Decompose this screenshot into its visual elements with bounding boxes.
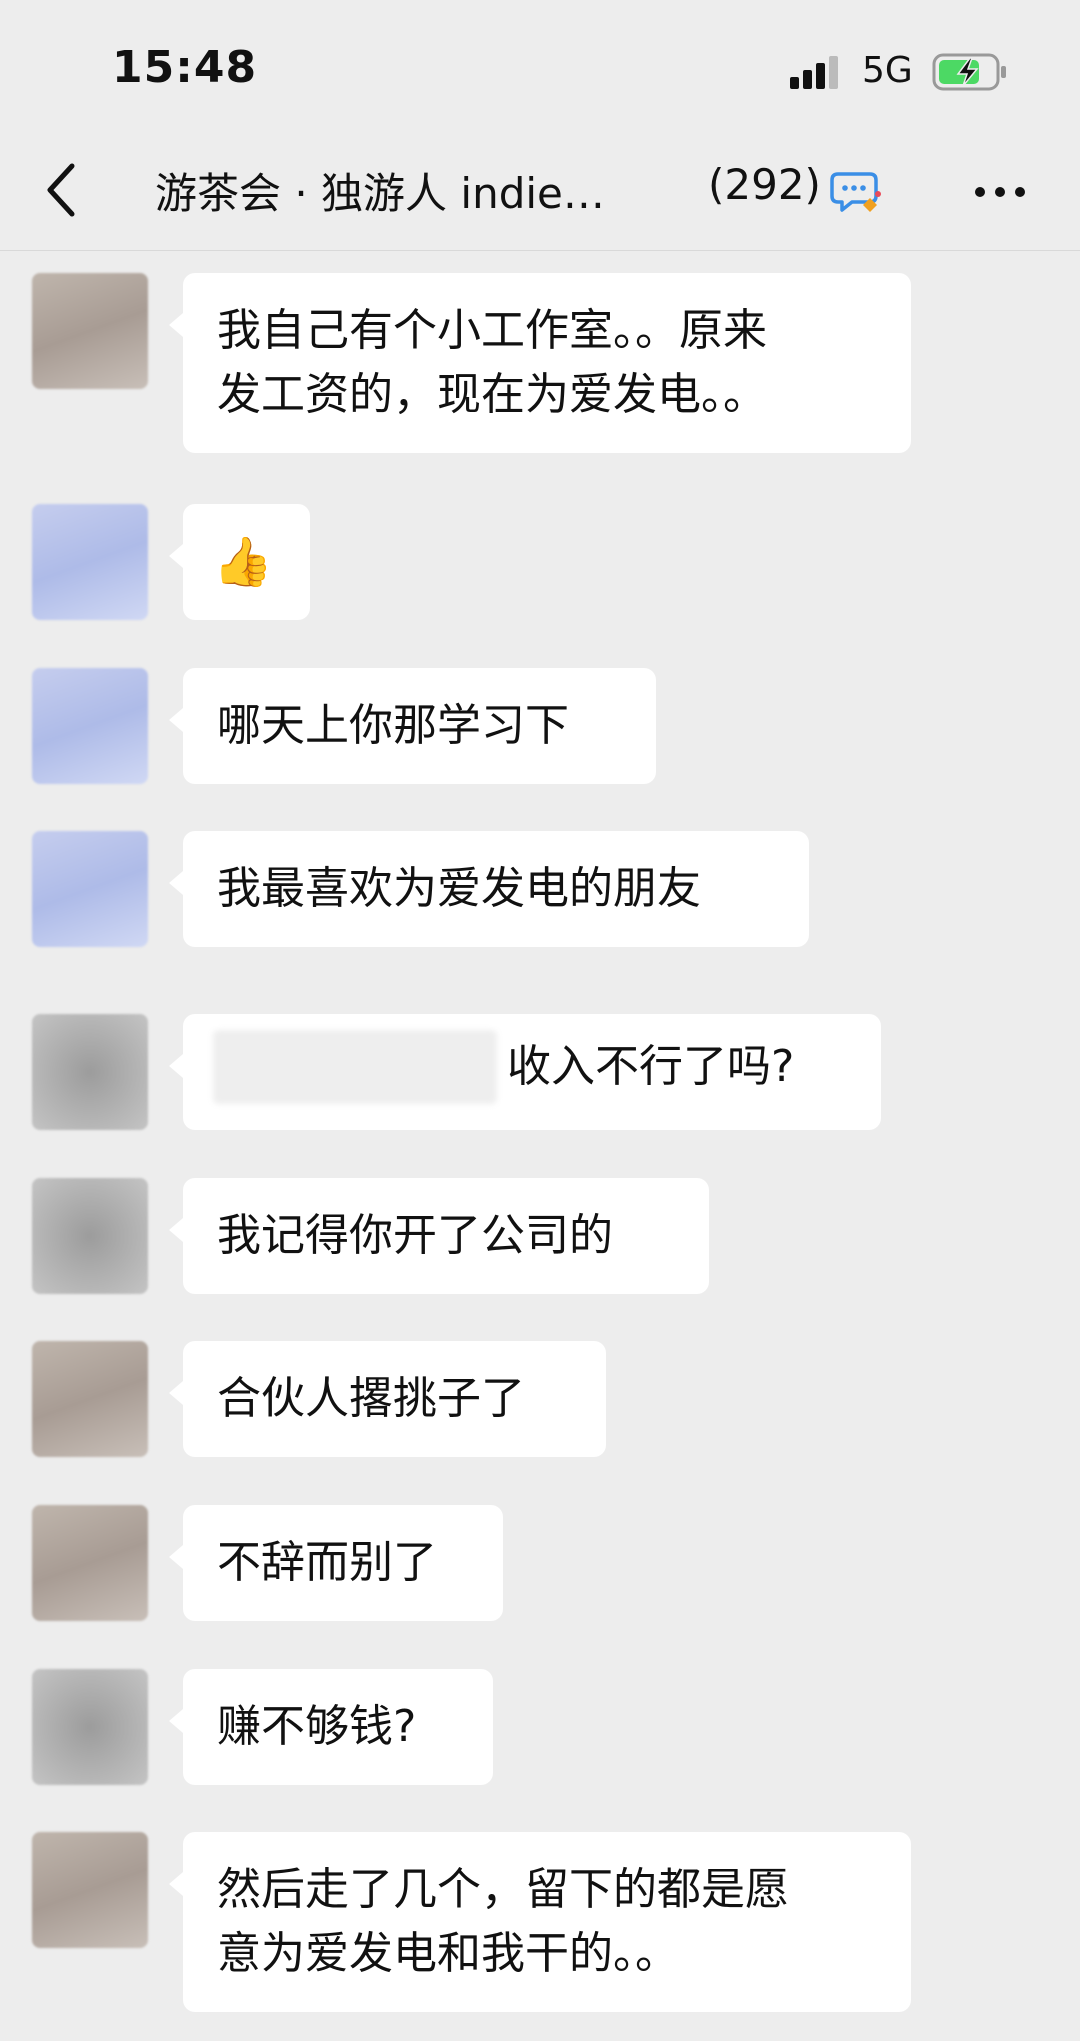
message-bubble[interactable]: 赚不够钱? (169, 1669, 493, 1785)
message-bubble[interactable]: 我自己有个小工作室。。原来 发工资的，现在为爱发电。。 (169, 273, 911, 453)
chat-title[interactable]: 游茶会 · 独游人 indie… (155, 160, 605, 221)
avatar[interactable] (32, 1341, 148, 1457)
avatar[interactable] (32, 1505, 148, 1621)
avatar[interactable] (32, 1669, 148, 1785)
battery-icon (932, 53, 1006, 91)
avatar[interactable] (32, 1014, 148, 1130)
message-text: 发工资的，现在为爱发电。。 (217, 369, 767, 420)
message-bubble[interactable]: 不辞而别了 (169, 1505, 503, 1621)
chat-header: 游茶会 · 独游人 indie… (292) (0, 130, 1080, 251)
more-dots-icon[interactable] (970, 180, 1030, 204)
message-text: 我最喜欢为爱发电的朋友 (217, 863, 701, 914)
message-text: 不辞而别了 (217, 1537, 437, 1588)
chat-bubble-icon[interactable] (830, 168, 884, 216)
member-count: (292) (708, 160, 821, 209)
message-text: 然后走了几个，留下的都是愿 (217, 1864, 789, 1915)
thumbs-up-emoji: 👍 (213, 534, 273, 590)
avatar[interactable] (32, 273, 148, 389)
signal-icon (790, 56, 838, 89)
message-list[interactable]: 我自己有个小工作室。。原来 发工资的，现在为爱发电。。 👍 哪天上你那学习下 我… (0, 251, 1080, 2041)
avatar[interactable] (32, 504, 148, 620)
avatar[interactable] (32, 1178, 148, 1294)
avatar[interactable] (32, 1832, 148, 1948)
message-text: 哪天上你那学习下 (217, 700, 569, 751)
message-bubble[interactable]: 👍 (169, 504, 310, 620)
message-text: 赚不够钱? (217, 1701, 417, 1752)
message-bubble[interactable]: 哪天上你那学习下 (169, 668, 656, 784)
message-text: 意为爱发电和我干的。。 (217, 1928, 679, 1979)
message-bubble[interactable]: 我最喜欢为爱发电的朋友 (169, 831, 809, 947)
message-bubble[interactable]: 收入不行了吗? (169, 1014, 881, 1130)
status-bar: 15:48 5G (0, 0, 1080, 130)
status-time: 15:48 (112, 42, 258, 93)
message-text: 合伙人撂挑子了 (217, 1373, 525, 1424)
message-bubble[interactable]: 我记得你开了公司的 (169, 1178, 709, 1294)
network-type: 5G (862, 50, 913, 91)
message-text: 收入不行了吗? (507, 1041, 795, 1092)
avatar[interactable] (32, 831, 148, 947)
redacted-mention (213, 1030, 497, 1104)
message-bubble[interactable]: 合伙人撂挑子了 (169, 1341, 606, 1457)
avatar[interactable] (32, 668, 148, 784)
message-text: 我记得你开了公司的 (217, 1210, 613, 1261)
chevron-left-icon[interactable] (38, 160, 92, 220)
message-text: 我自己有个小工作室。。原来 (217, 305, 767, 356)
message-bubble[interactable]: 然后走了几个，留下的都是愿 意为爱发电和我干的。。 (169, 1832, 911, 2012)
